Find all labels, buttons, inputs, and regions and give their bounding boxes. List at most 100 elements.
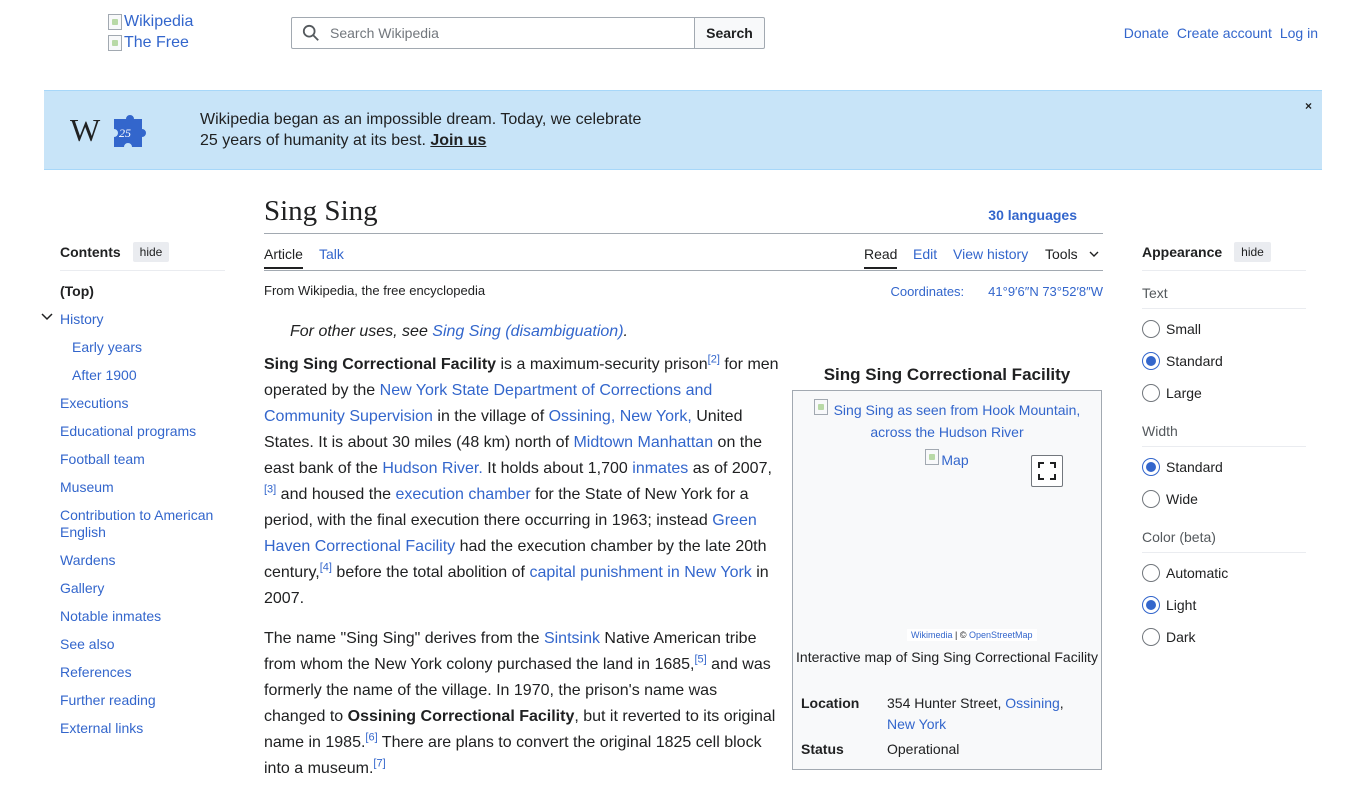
toc-item-notable-inmates: Notable inmates (60, 608, 225, 625)
logo-alt-text: Wikipedia (124, 13, 194, 30)
toc-item-label[interactable]: Early years (72, 339, 142, 355)
article-link[interactable]: Ossining, New York, (549, 408, 692, 425)
infobox: Sing Sing as seen from Hook Mountain, ac… (792, 390, 1102, 770)
map-attribution: Wikimedia | © OpenStreetMap (907, 629, 1037, 641)
article-link[interactable]: execution chamber (395, 486, 530, 503)
tab-talk[interactable]: Talk (319, 246, 344, 262)
radio-label: Light (1166, 597, 1197, 613)
tools-menu[interactable]: Tools (1045, 246, 1100, 262)
infobox-value: Operational (887, 741, 960, 757)
toc-item-label[interactable]: Gallery (60, 580, 104, 596)
toc-item-label[interactable]: Notable inmates (60, 608, 161, 624)
article-link[interactable]: Sintsink (544, 630, 600, 647)
new-york-link[interactable]: New York (887, 716, 946, 732)
reference-link[interactable]: [2] (708, 354, 720, 366)
table-of-contents: Contents hide (Top) History Early years … (41, 240, 225, 737)
hatnote-suffix: . (623, 323, 628, 340)
languages-label: 30 languages (988, 207, 1077, 223)
toc-item-external-links: External links (60, 720, 225, 737)
reference-link[interactable]: [5] (694, 654, 706, 666)
appearance-hide-button[interactable]: hide (1234, 242, 1271, 262)
reference-link[interactable]: [4] (320, 562, 332, 574)
chevron-down-icon[interactable] (40, 310, 54, 324)
tab-article[interactable]: Article (264, 246, 303, 269)
toc-item-references: References (60, 664, 225, 681)
toc-item-after-1900: After 1900 (60, 367, 225, 384)
search-box[interactable] (291, 17, 695, 49)
coordinates-value[interactable]: 41°9′6″N 73°52′8″W (988, 284, 1103, 299)
fullscreen-button[interactable] (1031, 455, 1063, 487)
tagline: From Wikipedia, the free encyclopedia (264, 283, 486, 298)
broken-image-icon (108, 35, 122, 51)
wikimedia-link[interactable]: Wikimedia (911, 630, 953, 640)
coordinates-label[interactable]: Coordinates: (890, 284, 964, 299)
donate-link[interactable]: Donate (1124, 25, 1169, 41)
languages-button[interactable]: 30 languages (988, 207, 1077, 223)
toc-item-gallery: Gallery (60, 580, 225, 597)
toc-item-top[interactable]: (Top) (60, 283, 225, 300)
toc-item-label[interactable]: References (60, 664, 132, 680)
contents-heading: Contents (60, 244, 121, 260)
reference-link[interactable]: [3] (264, 484, 276, 496)
search-input[interactable] (328, 24, 668, 42)
map-caption: Interactive map of Sing Sing Correctiona… (796, 649, 1098, 665)
article-link[interactable]: Midtown Manhattan (573, 434, 713, 451)
toc-item-label[interactable]: Wardens (60, 552, 116, 568)
ossining-link[interactable]: Ossining (1005, 695, 1059, 711)
wikipedia-logo[interactable]: Wikipedia The Free (108, 12, 268, 52)
toc-item-label[interactable]: Museum (60, 479, 114, 495)
disambiguation-link[interactable]: Sing Sing (disambiguation) (432, 323, 623, 340)
toc-item-label[interactable]: Executions (60, 395, 128, 411)
tab-view-history[interactable]: View history (953, 246, 1028, 262)
toc-item-history[interactable]: History (41, 311, 225, 328)
color-dark-radio[interactable]: Dark (1142, 621, 1306, 653)
openstreetmap-link[interactable]: OpenStreetMap (969, 630, 1033, 640)
log-in-link[interactable]: Log in (1280, 25, 1318, 41)
radio-label: Standard (1166, 353, 1223, 369)
toc-hide-button[interactable]: hide (132, 242, 170, 262)
toc-item-educational-programs: Educational programs (60, 423, 225, 440)
toc-item-museum: Museum (60, 479, 225, 496)
create-account-link[interactable]: Create account (1177, 25, 1272, 41)
radio-label: Dark (1166, 629, 1196, 645)
tab-read[interactable]: Read (864, 246, 898, 269)
toc-item-early-years: Early years (60, 339, 225, 356)
svg-text:W: W (70, 112, 101, 148)
radio-label: Large (1166, 385, 1202, 401)
color-label: Color (beta) (1142, 527, 1306, 553)
toc-item-label[interactable]: External links (60, 720, 143, 736)
toc-item-label[interactable]: Further reading (60, 692, 156, 708)
toc-item-label[interactable]: Contribution to American English (60, 507, 213, 540)
toc-item-label[interactable]: Educational programs (60, 423, 196, 439)
svg-text:25: 25 (119, 126, 131, 140)
infobox-image[interactable]: Sing Sing as seen from Hook Mountain, ac… (793, 391, 1101, 443)
article-link[interactable]: Hudson River. (382, 460, 483, 477)
article-link[interactable]: inmates (632, 460, 688, 477)
toc-item-label[interactable]: Football team (60, 451, 145, 467)
text-large-radio[interactable]: Large (1142, 377, 1306, 409)
join-us-link[interactable]: Join us (430, 132, 486, 149)
color-light-radio[interactable]: Light (1142, 589, 1306, 621)
toc-item-label[interactable]: History (60, 311, 104, 327)
text-small-radio[interactable]: Small (1142, 313, 1306, 345)
banner-line-1: Wikipedia began as an impossible dream. … (200, 111, 642, 128)
toc-item-label[interactable]: After 1900 (72, 367, 137, 383)
reference-link[interactable]: [6] (365, 732, 377, 744)
toc-item-see-also: See also (60, 636, 225, 653)
radio-label: Wide (1166, 491, 1198, 507)
broken-image-icon (925, 449, 940, 465)
search-button[interactable]: Search (694, 17, 765, 49)
tab-edit[interactable]: Edit (913, 246, 937, 262)
width-wide-radio[interactable]: Wide (1142, 483, 1306, 515)
toc-item-label[interactable]: See also (60, 636, 114, 652)
text-standard-radio[interactable]: Standard (1142, 345, 1306, 377)
toc-item-contribution: Contribution to American English (60, 507, 225, 541)
width-standard-radio[interactable]: Standard (1142, 451, 1306, 483)
article-body: Sing Sing Correctional Facility is a max… (264, 352, 780, 796)
article-link[interactable]: capital punishment in New York (529, 564, 751, 581)
appearance-panel: Appearance hide Text Small Standard Larg… (1142, 240, 1306, 653)
color-automatic-radio[interactable]: Automatic (1142, 557, 1306, 589)
banner-close-button[interactable]: × (1305, 99, 1312, 113)
infobox-caption: Sing Sing Correctional Facility (823, 365, 1071, 384)
paragraph-2: The name "Sing Sing" derives from the Si… (264, 630, 776, 777)
